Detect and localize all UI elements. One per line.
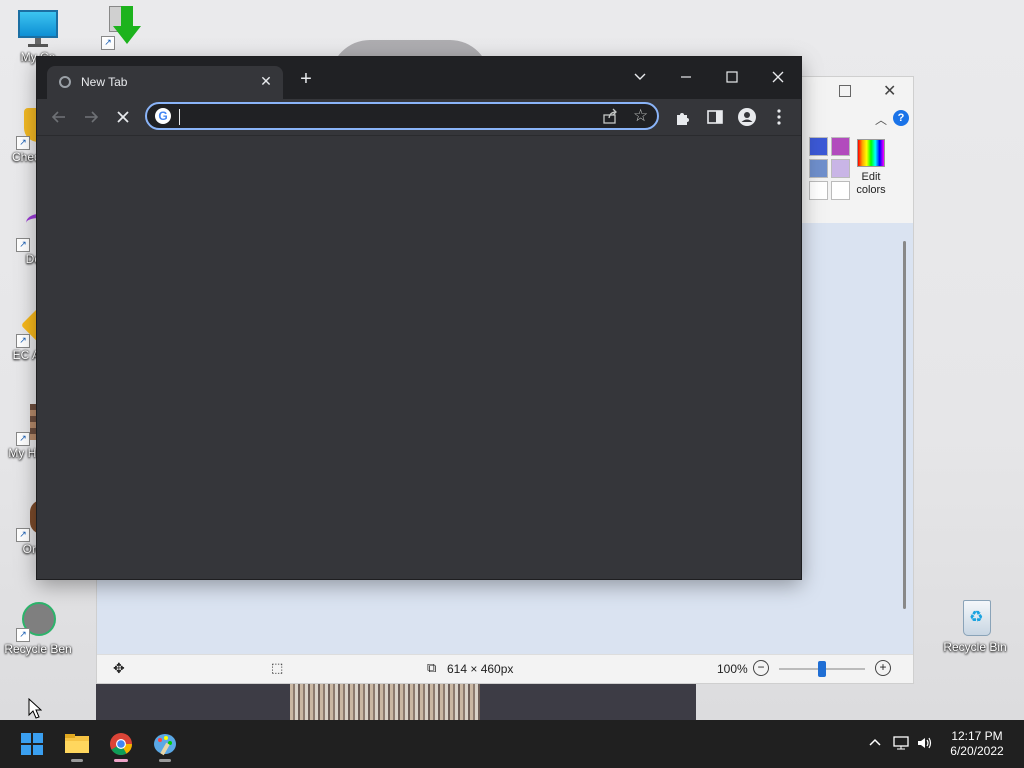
clock-time: 12:17 PM (951, 729, 1003, 743)
desktop-icon-recycle-bin[interactable]: ♻ Recycle Bin (940, 598, 1010, 654)
shortcut-arrow-icon: ↗ (101, 36, 115, 50)
show-hidden-icons-chevron[interactable] (866, 734, 884, 752)
paint-taskbar-button[interactable] (147, 726, 183, 762)
tab-new-tab[interactable]: New Tab ✕ (47, 66, 283, 99)
color-swatch[interactable] (831, 137, 850, 156)
color-swatch[interactable] (809, 137, 828, 156)
shortcut-arrow-icon: ↗ (16, 136, 30, 150)
move-cursor-icon: ✥ (113, 660, 125, 676)
shortcut-arrow-icon: ↗ (16, 528, 30, 542)
paint-help-icon[interactable]: ? (893, 110, 909, 126)
minimize-button[interactable] (663, 63, 709, 91)
close-window-button[interactable] (755, 63, 801, 91)
new-tab-button[interactable]: + (295, 69, 317, 91)
desktop-icon-label: Recycle Bin (943, 640, 1007, 654)
edit-colors-button[interactable]: Edit colors (849, 137, 893, 207)
shortcut-arrow-icon: ↗ (16, 238, 30, 252)
desktop-icon-label: Recycle Ben (4, 642, 72, 656)
stop-loading-icon[interactable] (113, 107, 133, 127)
google-g-icon: G (155, 108, 171, 124)
zoom-in-button[interactable]: + (875, 660, 891, 676)
canvas-size-icon: ⧉ (427, 660, 437, 675)
tab-title: New Tab (81, 75, 128, 89)
extensions-puzzle-icon[interactable] (673, 107, 693, 127)
chrome-toolbar: G ☆ (37, 99, 801, 136)
active-indicator (114, 759, 128, 762)
address-bar[interactable]: G ☆ (145, 102, 659, 130)
shortcut-arrow-icon: ↗ (16, 334, 30, 348)
windows-logo-icon (21, 733, 43, 755)
zoom-out-button[interactable]: − (753, 660, 769, 676)
paint-palette-icon (154, 734, 176, 756)
paint-close-button[interactable]: ✕ (883, 81, 896, 101)
chrome-titlebar[interactable]: New Tab ✕ + (37, 57, 801, 99)
running-indicator (159, 759, 171, 762)
maximize-button[interactable] (709, 63, 755, 91)
canvas-dimensions: 614 × 460px (447, 662, 514, 676)
chrome-taskbar-button[interactable] (103, 726, 139, 762)
download-arrow-icon: ↗ (99, 6, 141, 50)
zoom-level: 100% (717, 662, 748, 676)
recycle-bin-icon: ♻ (955, 598, 995, 638)
desktop-icon-downloader[interactable]: ↗ (84, 6, 154, 50)
file-explorer-button[interactable] (59, 726, 95, 762)
chrome-window[interactable]: New Tab ✕ + G ☆ (37, 57, 801, 579)
folder-icon (65, 734, 89, 753)
chrome-favicon-icon (59, 76, 71, 88)
selection-size-icon: ⬚ (271, 660, 284, 675)
share-icon[interactable] (601, 108, 619, 126)
back-arrow-icon[interactable] (49, 107, 69, 127)
running-indicator (71, 759, 83, 762)
tab-search-chevron-icon[interactable] (617, 63, 663, 91)
start-button[interactable] (14, 726, 50, 762)
paint-collapse-ribbon-icon[interactable]: ︿ (875, 111, 887, 128)
kebab-menu-icon[interactable] (769, 107, 789, 127)
color-swatch[interactable] (809, 181, 828, 200)
taskbar: 12:17 PM 6/20/2022 (0, 720, 1024, 768)
clock-date: 6/20/2022 (950, 744, 1004, 758)
paint-maximize-button[interactable] (839, 85, 851, 97)
chrome-icon (110, 733, 132, 755)
side-panel-icon[interactable] (705, 107, 725, 127)
text-caret (179, 109, 180, 125)
bookmark-star-icon[interactable]: ☆ (633, 106, 648, 126)
person-photo-icon: ↗ (16, 600, 58, 642)
color-swatch[interactable] (809, 159, 828, 178)
shortcut-arrow-icon: ↗ (16, 432, 30, 446)
paint-status-bar: ✥ ⬚ ⧉ 614 × 460px 100% − + (97, 654, 913, 683)
network-icon[interactable] (892, 734, 910, 752)
wallpaper-stripes (290, 680, 480, 720)
volume-icon[interactable] (916, 734, 934, 752)
desktop-icon-my-computer[interactable]: My Co (3, 8, 73, 64)
forward-arrow-icon[interactable] (81, 107, 101, 127)
vertical-scrollbar[interactable] (903, 241, 906, 609)
shortcut-arrow-icon: ↗ (16, 628, 30, 642)
clock[interactable]: 12:17 PM 6/20/2022 (940, 729, 1014, 759)
profile-avatar-icon[interactable] (737, 107, 757, 127)
color-swatch[interactable] (831, 181, 850, 200)
tab-close-icon[interactable]: ✕ (257, 72, 275, 90)
desktop-icon-recycle-ben[interactable]: ↗ Recycle Ben (3, 600, 73, 656)
color-spectrum-icon (857, 139, 885, 167)
edit-colors-label: Edit colors (856, 171, 886, 196)
color-swatch[interactable] (831, 159, 850, 178)
monitor-icon (18, 8, 58, 48)
zoom-slider-thumb[interactable] (818, 661, 826, 677)
page-content[interactable] (37, 136, 801, 579)
